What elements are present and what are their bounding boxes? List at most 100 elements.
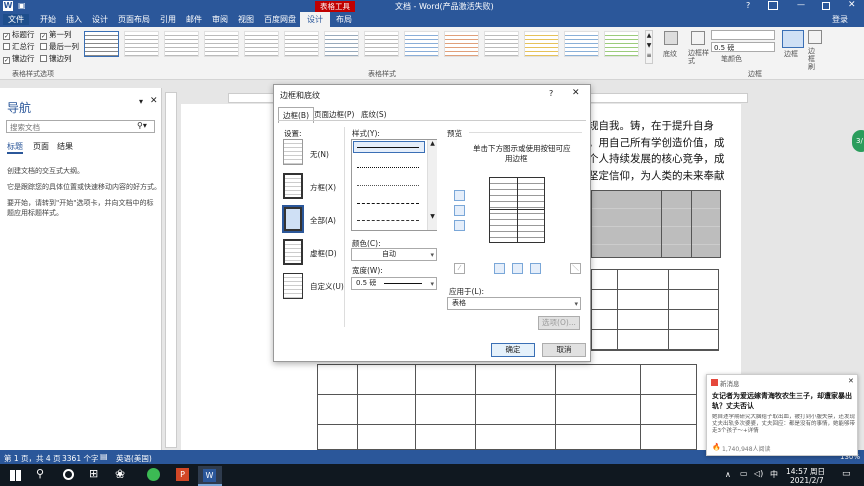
nav-tab-results[interactable]: 结果	[57, 141, 73, 152]
first-column-checkbox[interactable]: ✓ 第一列	[40, 29, 72, 40]
show-hidden-icons[interactable]: ∧	[725, 470, 731, 479]
setting-all-icon[interactable]	[282, 205, 304, 233]
border-styles-button[interactable]: 边框样式	[688, 49, 710, 65]
banded-columns-checkbox[interactable]: 镶边列	[40, 53, 72, 64]
browser-icon[interactable]	[147, 468, 160, 481]
pen-weight-dropdown[interactable]: 0.5 磅	[711, 42, 775, 52]
borders-button[interactable]: 边框	[784, 49, 798, 59]
network-icon[interactable]: ▭	[740, 469, 748, 478]
table-style-thumb[interactable]	[364, 31, 399, 57]
table-style-thumb[interactable]	[284, 31, 319, 57]
table-style-thumb[interactable]	[524, 31, 559, 57]
table-style-thumb[interactable]	[124, 31, 159, 57]
options-button[interactable]: 选项(O)...	[538, 316, 580, 330]
border-painter-button[interactable]: 边框刷	[808, 47, 820, 71]
line-style-scrollbar[interactable]: ▲ ▼	[427, 140, 437, 230]
tab-mailings[interactable]: 邮件	[186, 14, 202, 25]
bottom-border-button[interactable]	[454, 220, 465, 231]
line-style-dotted[interactable]	[357, 167, 419, 168]
tab-references[interactable]: 引用	[160, 14, 176, 25]
signin-link[interactable]: 登录	[832, 14, 848, 25]
start-icon[interactable]	[10, 470, 21, 481]
toast-headline[interactable]: 女记者为爱远嫁青海牧农生三子，却遭家暴出轨？丈夫否认	[712, 391, 856, 411]
nav-tab-headings[interactable]: 标题	[7, 141, 23, 154]
close-icon[interactable]: ✕	[848, 0, 856, 10]
tab-page-layout[interactable]: 页面布局	[118, 14, 150, 25]
search-icon[interactable]: ⚲▾	[137, 121, 147, 130]
line-style-dashed[interactable]	[357, 203, 419, 204]
search-icon[interactable]: ⚲	[36, 467, 44, 480]
document-table[interactable]	[591, 269, 719, 351]
app-icon[interactable]: ❀	[115, 467, 125, 481]
border-styles-icon[interactable]	[691, 31, 705, 45]
line-style-solid[interactable]	[357, 147, 419, 148]
header-row-checkbox[interactable]: ✓ 标题行	[3, 29, 35, 40]
powerpoint-icon[interactable]: P	[176, 468, 189, 481]
news-notification[interactable]: 新消息 ✕ 女记者为爱远嫁青海牧农生三子，却遭家暴出轨？丈夫否认 她自述学期研究…	[706, 374, 858, 456]
ime-indicator[interactable]: 中	[770, 469, 778, 480]
diagonal-up-button[interactable]: ＼	[570, 263, 581, 274]
top-border-button[interactable]	[454, 190, 465, 201]
cortana-icon[interactable]	[63, 469, 74, 480]
line-style-dropdown[interactable]	[711, 30, 775, 40]
ribbon-display-icon[interactable]	[768, 1, 778, 10]
maximize-icon[interactable]	[822, 2, 830, 10]
tab-review[interactable]: 审阅	[212, 14, 228, 25]
dialog-help-icon[interactable]: ?	[549, 89, 553, 98]
table-style-thumb[interactable]	[604, 31, 639, 57]
border-painter-icon[interactable]	[808, 30, 822, 44]
tab-table-design[interactable]: 设计	[300, 12, 330, 27]
volume-icon[interactable]: ◁)	[754, 469, 763, 478]
tab-file[interactable]: 文件	[3, 14, 29, 25]
banded-rows-checkbox[interactable]: ✓ 镶边行	[3, 53, 35, 64]
tab-home[interactable]: 开始	[40, 14, 56, 25]
doc-text-line[interactable]: 。用自己所有学创造价值，成	[588, 135, 725, 150]
table-style-thumb[interactable]	[484, 31, 519, 57]
pen-color-button[interactable]: 笔颜色	[721, 54, 742, 64]
toast-close-icon[interactable]: ✕	[848, 377, 854, 385]
tab-design[interactable]: 设计	[92, 14, 108, 25]
doc-text-line[interactable]: 规自我。铸，在于提升自身	[588, 118, 714, 133]
inside-vertical-button[interactable]	[512, 263, 523, 274]
setting-grid-icon[interactable]	[283, 239, 303, 265]
gallery-scroll[interactable]: ▲ ▼ ≡	[645, 30, 653, 64]
help-icon[interactable]: ?	[746, 1, 750, 10]
table-style-thumb[interactable]	[84, 31, 119, 57]
setting-none-label[interactable]: 无(N)	[310, 149, 329, 160]
setting-box-label[interactable]: 方框(X)	[310, 182, 336, 193]
tab-page-border[interactable]: 页面边框(P)	[314, 109, 354, 120]
setting-box-icon[interactable]	[283, 173, 303, 199]
nav-options-icon[interactable]: ▾	[139, 97, 143, 106]
tab-view[interactable]: 视图	[238, 14, 254, 25]
setting-grid-label[interactable]: 虚框(D)	[310, 248, 337, 259]
nav-search-input[interactable]: 搜索文档 ⚲▾	[6, 120, 155, 133]
tab-baidu[interactable]: 百度网盘	[264, 14, 296, 25]
task-view-icon[interactable]: ⊞	[89, 467, 98, 480]
table-style-thumb[interactable]	[444, 31, 479, 57]
right-border-button[interactable]	[530, 263, 541, 274]
setting-none-icon[interactable]	[283, 139, 303, 165]
line-style-dotted-fine[interactable]	[357, 185, 419, 186]
word-count[interactable]: 3361 个字	[62, 453, 98, 464]
cancel-button[interactable]: 取消	[542, 343, 586, 357]
ok-button[interactable]: 确定	[491, 343, 535, 357]
shading-icon[interactable]	[664, 31, 678, 45]
language-indicator[interactable]: 英语(美国)	[116, 453, 152, 464]
line-style-list[interactable]: ▲ ▼	[351, 139, 437, 231]
dialog-close-icon[interactable]: ✕	[572, 88, 580, 98]
word-taskbar-icon[interactable]: W	[198, 466, 222, 486]
notifications-icon[interactable]: ▭	[842, 469, 851, 479]
table-style-thumb[interactable]	[564, 31, 599, 57]
doc-text-line[interactable]: 坚定信仰，为人类的未来奉献	[588, 168, 725, 183]
table-style-thumb[interactable]	[324, 31, 359, 57]
setting-custom-icon[interactable]	[283, 273, 303, 299]
width-dropdown[interactable]: 0.5 磅 ▾	[351, 277, 437, 290]
table-style-thumb[interactable]	[164, 31, 199, 57]
doc-text-line[interactable]: 个人持续发展的核心竞争，成	[588, 151, 725, 166]
clock-date[interactable]: 2021/2/7	[790, 476, 824, 485]
left-border-button[interactable]	[494, 263, 505, 274]
table-style-thumb[interactable]	[244, 31, 279, 57]
proofing-icon[interactable]: ▤	[100, 452, 108, 461]
tab-shading[interactable]: 底纹(S)	[361, 109, 387, 120]
tab-insert[interactable]: 插入	[66, 14, 82, 25]
